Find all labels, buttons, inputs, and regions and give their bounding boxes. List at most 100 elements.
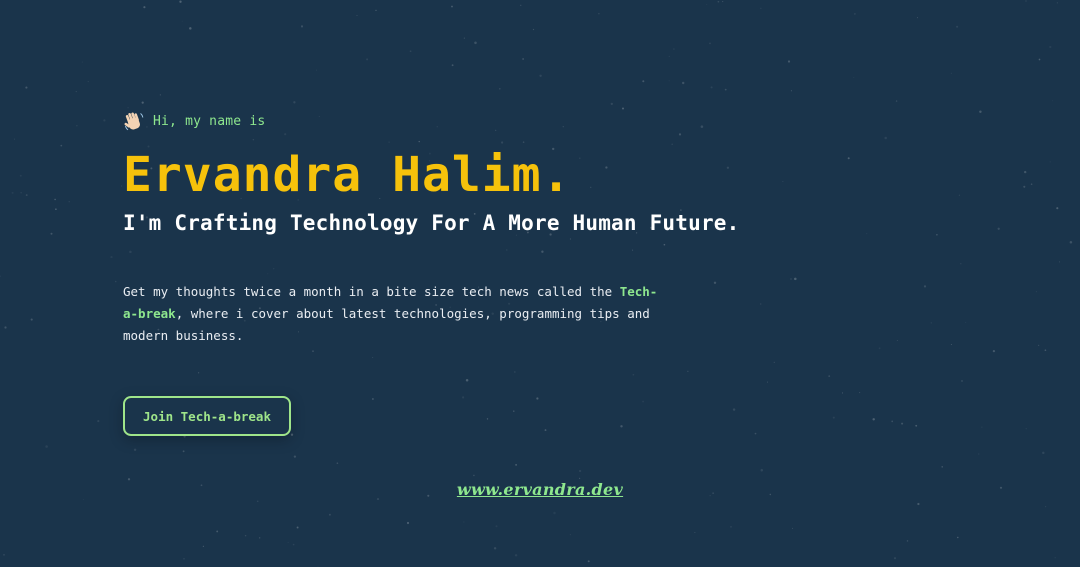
star-speck: [498, 87, 501, 90]
greeting: Hi, my name is: [123, 110, 823, 132]
star-speck: [11, 191, 14, 194]
star-speck: [792, 527, 793, 529]
star-speck: [182, 450, 185, 453]
star-speck: [127, 107, 129, 109]
star-speck: [790, 90, 792, 92]
star-speck: [1035, 291, 1037, 293]
star-speck: [474, 41, 477, 45]
star-speck: [292, 543, 295, 546]
star-speck: [569, 534, 571, 536]
star-speck: [372, 357, 374, 358]
star-speck: [1056, 2, 1058, 4]
star-speck: [1044, 349, 1047, 352]
star-speck: [493, 547, 497, 550]
star-speck: [578, 469, 582, 473]
star-speck: [841, 392, 844, 394]
star-speck: [287, 541, 289, 543]
star-speck: [110, 256, 113, 259]
star-speck: [513, 371, 516, 373]
star-speck: [1024, 170, 1027, 174]
star-speck: [75, 91, 77, 93]
star-speck: [878, 347, 881, 350]
star-speck: [832, 416, 835, 419]
star-speck: [13, 138, 16, 140]
star-speck: [961, 380, 963, 382]
star-speck: [532, 28, 535, 31]
star-speck: [202, 545, 205, 547]
star-speck: [673, 48, 675, 50]
star-speck: [25, 194, 28, 197]
star-speck: [1049, 45, 1052, 49]
star-speck: [30, 318, 33, 321]
star-speck: [620, 425, 623, 428]
footer: www.ervandra.dev: [0, 480, 1080, 499]
star-speck: [133, 448, 137, 452]
star-speck: [473, 474, 475, 477]
star-speck: [82, 499, 84, 501]
star-speck: [891, 420, 894, 423]
star-speck: [60, 144, 63, 147]
star-speck: [463, 521, 465, 523]
star-speck: [143, 6, 146, 9]
star-speck: [668, 80, 670, 82]
star-speck: [917, 502, 920, 506]
star-speck: [706, 3, 708, 5]
website-link[interactable]: www.ervandra.dev: [457, 480, 623, 499]
star-speck: [1052, 100, 1054, 102]
star-speck: [536, 397, 539, 400]
star-speck: [872, 418, 875, 421]
star-speck: [451, 64, 454, 67]
star-speck: [486, 418, 489, 420]
star-speck: [356, 15, 358, 17]
star-speck: [312, 350, 314, 353]
star-speck: [293, 455, 297, 458]
star-speck: [681, 81, 685, 85]
star-speck: [930, 322, 932, 324]
join-tech-a-break-button[interactable]: Join Tech-a-break: [123, 396, 291, 436]
star-speck: [290, 433, 294, 436]
star-speck: [717, 0, 720, 3]
star-speck: [259, 537, 261, 539]
hero-section: Hi, my name is Ervandra Halim. I'm Craft…: [123, 110, 823, 347]
star-speck: [544, 429, 547, 432]
star-speck: [4, 326, 7, 329]
star-speck: [642, 400, 645, 403]
star-speck: [293, 101, 296, 104]
star-speck: [103, 119, 106, 122]
star-speck: [465, 378, 469, 382]
star-speck: [773, 361, 775, 364]
star-speck: [315, 69, 317, 71]
star-speck: [906, 540, 909, 542]
star-speck: [183, 558, 185, 560]
star-speck: [893, 557, 897, 560]
star-speck: [992, 349, 996, 353]
star-speck: [520, 4, 522, 6]
star-speck: [981, 426, 983, 428]
waving-hand-icon: [123, 110, 145, 132]
star-speck: [978, 453, 980, 455]
star-speck: [578, 477, 581, 480]
star-speck: [1025, 428, 1027, 430]
star-speck: [923, 285, 927, 288]
star-speck: [866, 233, 868, 235]
star-speck: [896, 340, 898, 342]
star-speck: [1025, 0, 1027, 2]
star-speck: [189, 27, 192, 30]
star-speck: [375, 9, 377, 12]
star-speck: [141, 101, 144, 104]
star-speck: [114, 280, 117, 283]
star-speck: [709, 42, 711, 45]
star-speck: [766, 381, 768, 383]
star-speck: [853, 76, 855, 79]
hero-name: Ervandra Halim.: [123, 147, 572, 203]
star-speck: [1044, 505, 1047, 508]
star-speck: [553, 511, 556, 515]
star-speck: [50, 232, 53, 235]
star-speck: [997, 227, 1000, 230]
star-speck: [854, 13, 856, 15]
star-speck: [317, 565, 319, 567]
star-speck: [960, 262, 962, 265]
star-speck: [950, 343, 952, 346]
description-text-start: Get my thoughts twice a month in a bite …: [123, 284, 613, 299]
star-speck: [1030, 183, 1033, 185]
